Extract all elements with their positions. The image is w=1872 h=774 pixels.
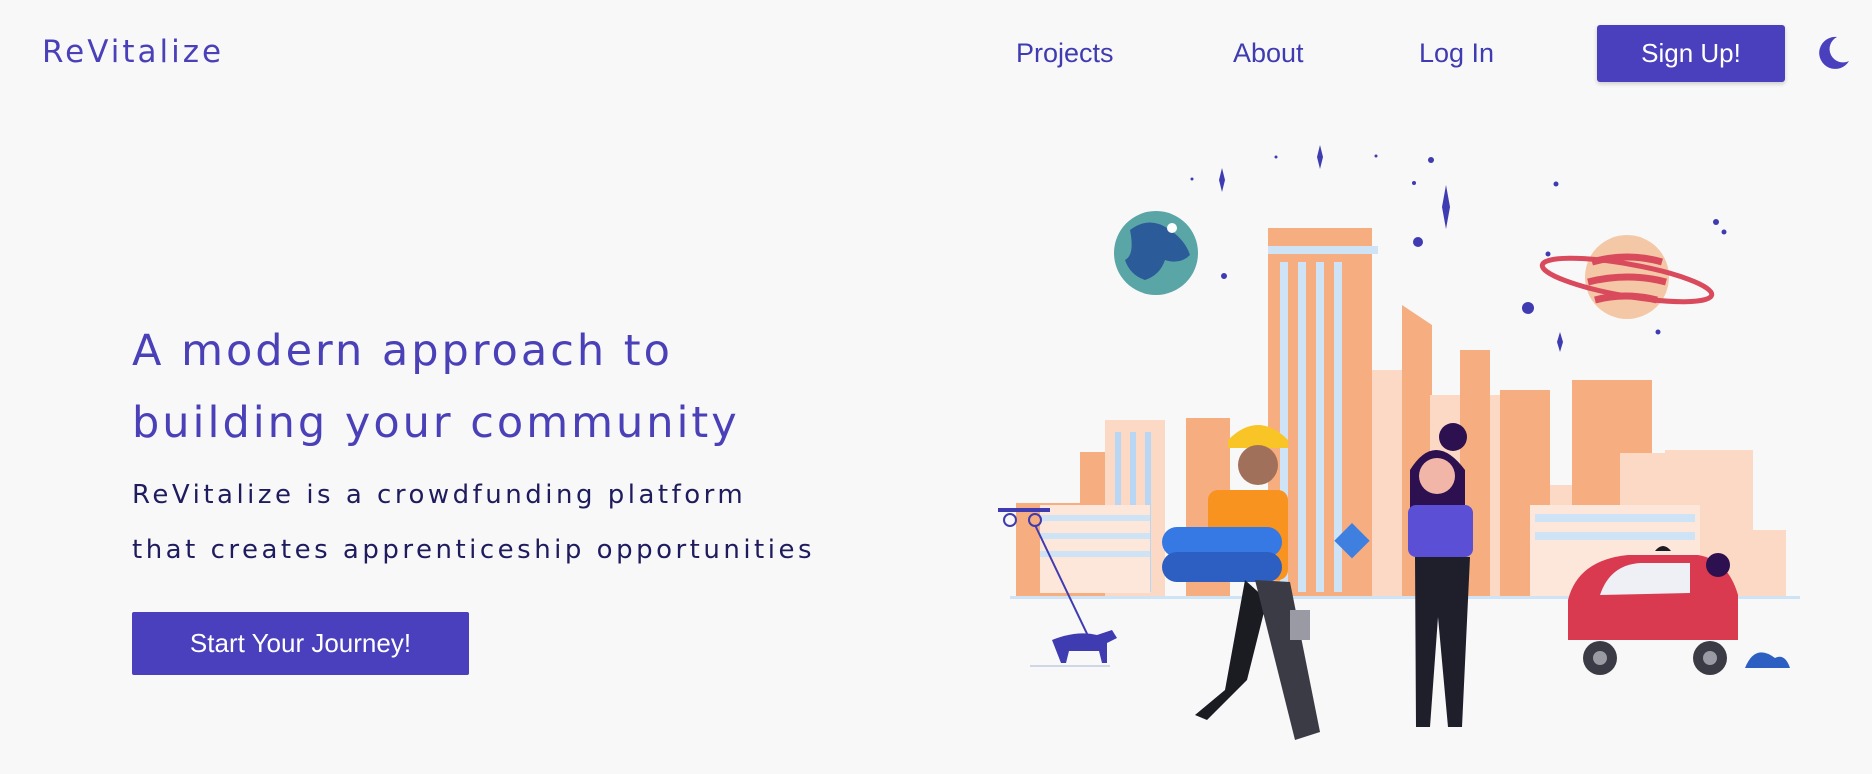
city-illustration [998, 145, 1800, 740]
hero-title-line-1: A modern approach to [132, 326, 673, 376]
hero-title-line-2: building your community [132, 398, 740, 448]
nav-link-projects[interactable]: Projects [1016, 38, 1114, 69]
brand-logo[interactable]: ReVitalize [42, 34, 224, 70]
earth-planet [1114, 211, 1198, 295]
hero-title: A modern approach to building your commu… [132, 315, 832, 459]
moon-icon[interactable] [1815, 35, 1851, 71]
start-journey-button[interactable]: Start Your Journey! [132, 612, 469, 675]
nav-link-login[interactable]: Log In [1419, 38, 1494, 69]
landing-page: ReVitalize Projects About Log In Sign Up… [0, 0, 1872, 774]
hero-subtitle-line-1: ReVitalize is a crowdfunding platform [132, 480, 747, 510]
hero-subtitle-line-2: that creates apprenticeship opportunitie… [132, 535, 816, 565]
nav-link-about[interactable]: About [1233, 38, 1304, 69]
hero-subtitle: ReVitalize is a crowdfunding platform th… [132, 468, 832, 578]
ringed-planet [1539, 235, 1715, 319]
signup-button[interactable]: Sign Up! [1597, 25, 1785, 82]
